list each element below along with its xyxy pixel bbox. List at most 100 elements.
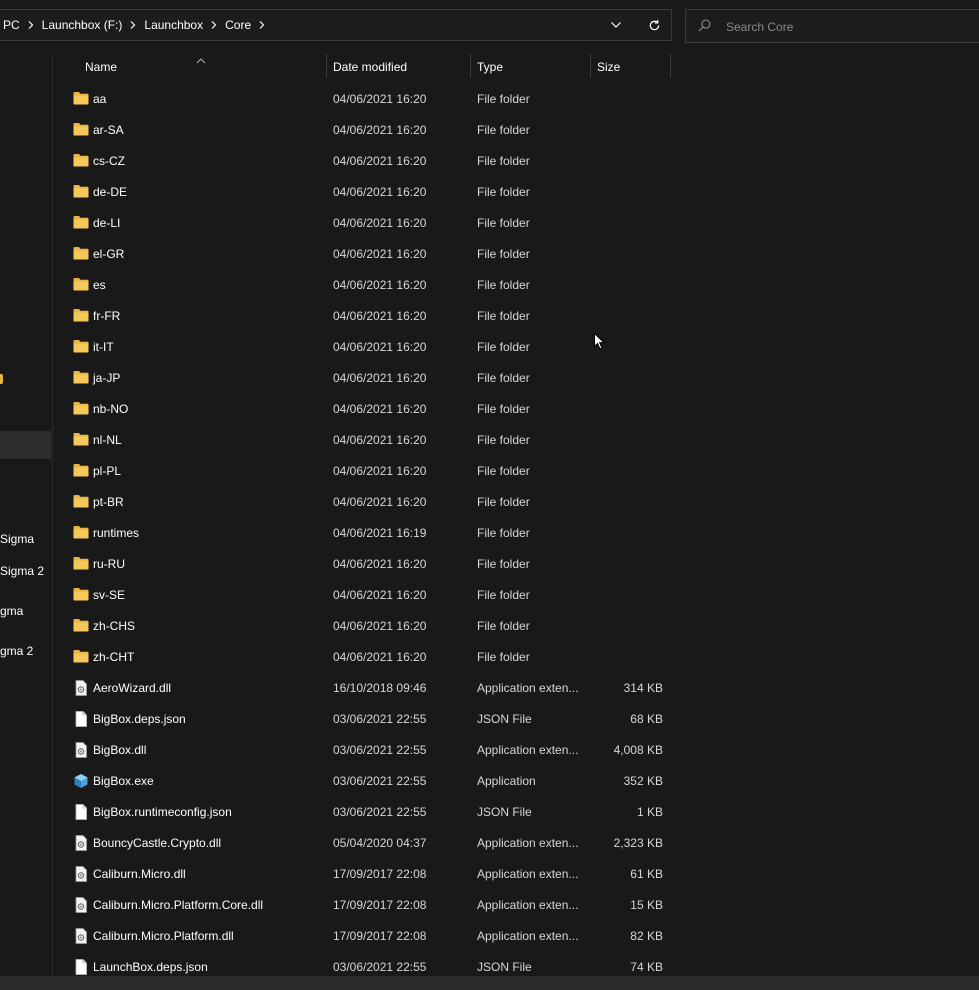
file-row[interactable]: fr-FR 04/06/2021 16:20 File folder bbox=[53, 300, 979, 331]
column-header-type[interactable]: Type bbox=[477, 54, 503, 80]
history-dropdown-button[interactable] bbox=[601, 10, 631, 40]
file-row[interactable]: ja-JP 04/06/2021 16:20 File folder bbox=[53, 362, 979, 393]
column-resize-handle[interactable] bbox=[326, 54, 327, 78]
file-name[interactable]: nb-NO bbox=[93, 402, 128, 416]
file-type: File folder bbox=[477, 402, 530, 416]
file-row[interactable]: ar-SA 04/06/2021 16:20 File folder bbox=[53, 114, 979, 145]
dll-file-icon bbox=[73, 897, 89, 913]
column-resize-handle[interactable] bbox=[590, 54, 591, 78]
file-type: File folder bbox=[477, 123, 530, 137]
navigation-pane[interactable]: Sigma Sigma 2 gma gma 2 bbox=[0, 54, 51, 976]
file-name[interactable]: cs-CZ bbox=[93, 154, 125, 168]
breadcrumb-core[interactable]: Core bbox=[221, 18, 255, 32]
file-row[interactable]: aa 04/06/2021 16:20 File folder bbox=[53, 83, 979, 114]
file-row[interactable]: Caliburn.Micro.Platform.dll 17/09/2017 22… bbox=[53, 920, 979, 951]
file-size: 314 KB bbox=[623, 681, 663, 695]
file-name[interactable]: pt-BR bbox=[93, 495, 124, 509]
file-row[interactable]: de-LI 04/06/2021 16:20 File folder bbox=[53, 207, 979, 238]
file-name[interactable]: LaunchBox.deps.json bbox=[93, 960, 208, 974]
file-name[interactable]: zh-CHT bbox=[93, 650, 134, 664]
file-date-modified: 04/06/2021 16:20 bbox=[333, 247, 427, 261]
search-box[interactable] bbox=[685, 9, 979, 43]
folder-icon bbox=[73, 494, 89, 508]
file-name[interactable]: el-GR bbox=[93, 247, 124, 261]
refresh-button[interactable] bbox=[639, 10, 669, 40]
file-row[interactable]: BigBox.exe 03/06/2021 22:55 Application 352… bbox=[53, 765, 979, 796]
file-row[interactable]: it-IT 04/06/2021 16:20 File folder bbox=[53, 331, 979, 362]
file-name[interactable]: BigBox.exe bbox=[93, 774, 154, 788]
file-row[interactable]: de-DE 04/06/2021 16:20 File folder bbox=[53, 176, 979, 207]
file-size: 82 KB bbox=[630, 929, 663, 943]
file-name[interactable]: aa bbox=[93, 92, 106, 106]
chevron-right-icon[interactable] bbox=[207, 10, 221, 40]
folder-icon bbox=[73, 308, 89, 322]
nav-item-sigma[interactable]: Sigma bbox=[0, 532, 34, 546]
file-name[interactable]: BigBox.runtimeconfig.json bbox=[93, 805, 232, 819]
column-header-name[interactable]: Name bbox=[85, 54, 117, 80]
file-name[interactable]: it-IT bbox=[93, 340, 114, 354]
nav-item-gma-2[interactable]: gma 2 bbox=[0, 644, 33, 658]
file-name[interactable]: Caliburn.Micro.Platform.dll bbox=[93, 929, 234, 943]
file-name[interactable]: de-LI bbox=[93, 216, 120, 230]
file-name[interactable]: ru-RU bbox=[93, 557, 125, 571]
file-row[interactable]: Caliburn.Micro.Platform.Core.dll 17/09/20… bbox=[53, 889, 979, 920]
chevron-right-icon[interactable] bbox=[126, 10, 140, 40]
file-date-modified: 04/06/2021 16:20 bbox=[333, 619, 427, 633]
chevron-right-icon[interactable] bbox=[24, 10, 38, 40]
column-resize-handle[interactable] bbox=[470, 54, 471, 78]
chevron-right-icon[interactable] bbox=[255, 10, 269, 40]
file-name[interactable]: BigBox.dll bbox=[93, 743, 146, 757]
file-name[interactable]: Caliburn.Micro.dll bbox=[93, 867, 186, 881]
file-name[interactable]: runtimes bbox=[93, 526, 139, 540]
file-row[interactable]: BigBox.dll 03/06/2021 22:55 Application ex… bbox=[53, 734, 979, 765]
file-name[interactable]: BouncyCastle.Crypto.dll bbox=[93, 836, 221, 850]
file-name[interactable]: pl-PL bbox=[93, 464, 121, 478]
file-row[interactable]: Caliburn.Micro.dll 17/09/2017 22:08 Applic… bbox=[53, 858, 979, 889]
file-name[interactable]: ja-JP bbox=[93, 371, 120, 385]
file-name[interactable]: ar-SA bbox=[93, 123, 124, 137]
file-row[interactable]: BigBox.runtimeconfig.json 03/06/2021 22:5… bbox=[53, 796, 979, 827]
file-row[interactable]: BigBox.deps.json 03/06/2021 22:55 JSON Fil… bbox=[53, 703, 979, 734]
breadcrumb-this-pc[interactable]: PC bbox=[0, 18, 24, 32]
file-name[interactable]: AeroWizard.dll bbox=[93, 681, 171, 695]
file-list[interactable]: aa 04/06/2021 16:20 File folder ar-SA 04/06/… bbox=[53, 83, 979, 982]
nav-item-gma[interactable]: gma bbox=[0, 604, 23, 618]
horizontal-scrollbar[interactable] bbox=[0, 976, 979, 990]
file-row[interactable]: ru-RU 04/06/2021 16:20 File folder bbox=[53, 548, 979, 579]
file-name[interactable]: BigBox.deps.json bbox=[93, 712, 186, 726]
nav-item-sigma-2[interactable]: Sigma 2 bbox=[0, 564, 44, 578]
folder-icon bbox=[73, 370, 89, 384]
column-headers: Name Date modified Type Size bbox=[53, 54, 979, 80]
file-row[interactable]: zh-CHS 04/06/2021 16:20 File folder bbox=[53, 610, 979, 641]
column-header-date[interactable]: Date modified bbox=[333, 54, 407, 80]
file-row[interactable]: nl-NL 04/06/2021 16:20 File folder bbox=[53, 424, 979, 455]
mouse-cursor-icon bbox=[594, 332, 606, 353]
file-name[interactable]: de-DE bbox=[93, 185, 127, 199]
file-date-modified: 04/06/2021 16:20 bbox=[333, 464, 427, 478]
file-row[interactable]: pl-PL 04/06/2021 16:20 File folder bbox=[53, 455, 979, 486]
file-row[interactable]: AeroWizard.dll 16/10/2018 09:46 Applicatio… bbox=[53, 672, 979, 703]
breadcrumb-drive[interactable]: Launchbox (F:) bbox=[38, 18, 127, 32]
file-name[interactable]: es bbox=[93, 278, 106, 292]
file-name[interactable]: zh-CHS bbox=[93, 619, 135, 633]
folder-icon bbox=[73, 246, 89, 260]
file-row[interactable]: pt-BR 04/06/2021 16:20 File folder bbox=[53, 486, 979, 517]
column-resize-handle[interactable] bbox=[670, 54, 671, 78]
search-input[interactable] bbox=[724, 16, 968, 38]
address-bar[interactable]: PC Launchbox (F:) Launchbox Core bbox=[0, 9, 672, 41]
file-name[interactable]: nl-NL bbox=[93, 433, 122, 447]
file-row[interactable]: runtimes 04/06/2021 16:19 File folder bbox=[53, 517, 979, 548]
file-row[interactable]: el-GR 04/06/2021 16:20 File folder bbox=[53, 238, 979, 269]
breadcrumb-launchbox[interactable]: Launchbox bbox=[140, 18, 207, 32]
nav-selected-item[interactable] bbox=[0, 431, 51, 459]
file-row[interactable]: es 04/06/2021 16:20 File folder bbox=[53, 269, 979, 300]
column-header-size[interactable]: Size bbox=[597, 54, 620, 80]
file-name[interactable]: Caliburn.Micro.Platform.Core.dll bbox=[93, 898, 263, 912]
file-row[interactable]: cs-CZ 04/06/2021 16:20 File folder bbox=[53, 145, 979, 176]
file-name[interactable]: sv-SE bbox=[93, 588, 125, 602]
file-row[interactable]: nb-NO 04/06/2021 16:20 File folder bbox=[53, 393, 979, 424]
file-row[interactable]: zh-CHT 04/06/2021 16:20 File folder bbox=[53, 641, 979, 672]
file-row[interactable]: sv-SE 04/06/2021 16:20 File folder bbox=[53, 579, 979, 610]
file-name[interactable]: fr-FR bbox=[93, 309, 120, 323]
file-row[interactable]: BouncyCastle.Crypto.dll 05/04/2020 04:37 A… bbox=[53, 827, 979, 858]
